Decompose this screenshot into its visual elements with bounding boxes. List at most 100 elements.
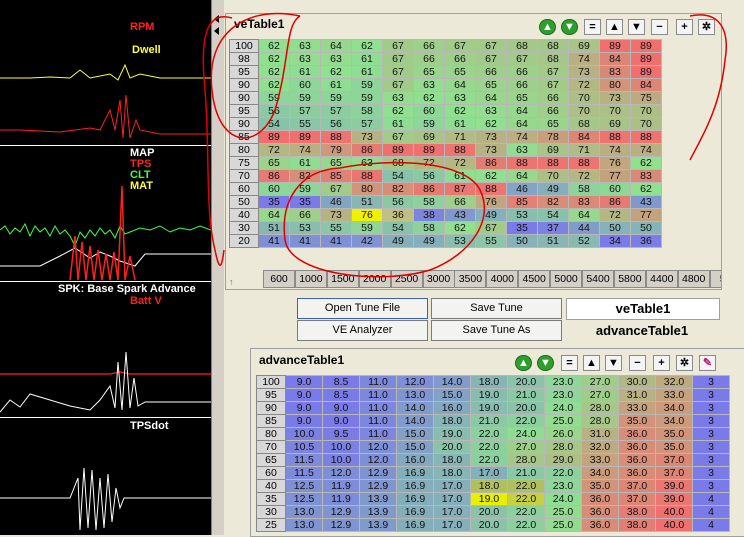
ve-cell[interactable]: 69 (413, 130, 445, 144)
advance-cell[interactable]: 34.0 (655, 401, 693, 415)
advance-cell[interactable]: 22.0 (507, 492, 545, 506)
ve-cell[interactable]: 62 (258, 78, 290, 92)
ve-cell[interactable]: 80 (351, 182, 383, 196)
ve-cell[interactable]: 66 (537, 104, 569, 118)
ve-cell[interactable]: 53 (506, 208, 538, 222)
ve-cell[interactable]: 64 (506, 117, 538, 131)
ve-cell[interactable]: 88 (320, 130, 352, 144)
advance-cell[interactable]: 4 (692, 492, 730, 506)
ve-cell[interactable]: 70 (630, 104, 662, 118)
advance-cell[interactable]: 29.0 (544, 453, 582, 467)
advance-cell[interactable]: 22.0 (507, 479, 545, 493)
ve-cell[interactable]: 61 (320, 78, 352, 92)
collapse-right-icon[interactable] (214, 27, 219, 35)
advance-cell[interactable]: 3 (692, 440, 730, 454)
advance-cell[interactable]: 37.0 (618, 492, 656, 506)
advance-cell[interactable]: 35.0 (655, 440, 693, 454)
ve-cell[interactable]: 68 (382, 156, 414, 170)
ve-cell[interactable]: 65 (537, 117, 569, 131)
ve-cell[interactable]: 62 (630, 182, 662, 196)
ve-cell[interactable]: 46 (320, 195, 352, 209)
advance-cell[interactable]: 16.9 (396, 505, 434, 519)
ve-cell[interactable]: 63 (506, 143, 538, 157)
ve-cell[interactable]: 61 (351, 52, 383, 66)
advance-cell[interactable]: 18.0 (433, 453, 471, 467)
advance-cell[interactable]: 40.0 (655, 518, 693, 532)
advance-cell[interactable]: 9.0 (285, 401, 323, 415)
ve-cell[interactable]: 67 (320, 182, 352, 196)
decrease-icon[interactable]: ▼ (537, 355, 554, 371)
ve-cell[interactable]: 59 (258, 91, 290, 105)
advance-cell[interactable]: 12.9 (359, 466, 397, 480)
plus-icon[interactable]: + (653, 355, 670, 371)
ve-cell[interactable]: 89 (382, 143, 414, 157)
advance-cell[interactable]: 30.0 (618, 375, 656, 389)
ve-cell[interactable]: 50 (506, 234, 538, 248)
advance-cell[interactable]: 23.0 (544, 375, 582, 389)
save-tune-as-button[interactable]: Save Tune As (431, 320, 562, 341)
ve-cell[interactable]: 58 (351, 104, 383, 118)
ve-cell[interactable]: 67 (475, 221, 507, 235)
ve-cell[interactable]: 88 (351, 169, 383, 183)
ve-cell[interactable]: 52 (568, 234, 600, 248)
advance-cell[interactable]: 22.0 (470, 453, 508, 467)
ve-cell[interactable]: 58 (413, 221, 445, 235)
increase-icon[interactable]: ▲ (515, 355, 532, 371)
ve-cell[interactable]: 86 (475, 156, 507, 170)
ve-cell[interactable]: 86 (413, 182, 445, 196)
advance-cell[interactable]: 12.0 (322, 466, 360, 480)
advance-cell[interactable]: 19.0 (470, 492, 508, 506)
advance-cell[interactable]: 31.0 (618, 388, 656, 402)
ve-cell[interactable]: 54 (382, 221, 414, 235)
advance-cell[interactable]: 27.0 (507, 440, 545, 454)
advance-cell[interactable]: 10.0 (322, 440, 360, 454)
ve-cell[interactable]: 62 (413, 91, 445, 105)
ve-cell[interactable]: 67 (382, 130, 414, 144)
ve-cell[interactable]: 59 (351, 221, 383, 235)
advance-cell[interactable]: 9.5 (322, 427, 360, 441)
ve-cell[interactable]: 78 (537, 130, 569, 144)
advance-cell[interactable]: 39.0 (655, 492, 693, 506)
ve-cell[interactable]: 65 (320, 156, 352, 170)
ve-cell[interactable]: 64 (475, 91, 507, 105)
ve-cell[interactable]: 70 (599, 104, 631, 118)
advance-cell[interactable]: 37.0 (618, 479, 656, 493)
advance-cell[interactable]: 28.0 (507, 453, 545, 467)
ve-cell[interactable]: 56 (382, 195, 414, 209)
ve-cell[interactable]: 71 (444, 130, 476, 144)
ve-cell[interactable]: 62 (258, 52, 290, 66)
ve-cell[interactable]: 89 (289, 130, 321, 144)
ve-cell[interactable]: 88 (506, 156, 538, 170)
minus-icon[interactable]: − (651, 19, 668, 35)
ve-cell[interactable]: 76 (475, 195, 507, 209)
ve-cell[interactable]: 43 (444, 208, 476, 222)
ve-cell[interactable]: 61 (289, 65, 321, 79)
decrease-icon[interactable]: ▼ (561, 19, 578, 35)
advance-cell[interactable]: 22.0 (507, 414, 545, 428)
advance-cell[interactable]: 11.0 (359, 375, 397, 389)
advance-cell[interactable]: 13.0 (396, 388, 434, 402)
ve-cell[interactable]: 60 (258, 182, 290, 196)
table-name-advance[interactable]: advanceTable1 (566, 321, 718, 341)
ve-cell[interactable]: 72 (599, 208, 631, 222)
ve-cell[interactable]: 65 (444, 65, 476, 79)
ve-cell[interactable]: 59 (320, 91, 352, 105)
ve-cell[interactable]: 59 (289, 91, 321, 105)
ve-cell[interactable]: 56 (413, 169, 445, 183)
advance-cell[interactable]: 24.0 (544, 492, 582, 506)
ve-cell[interactable]: 61 (444, 117, 476, 131)
ve-cell[interactable]: 85 (320, 169, 352, 183)
advance-cell[interactable]: 28.0 (581, 401, 619, 415)
ve-cell[interactable]: 55 (320, 221, 352, 235)
ve-cell[interactable]: 65 (258, 156, 290, 170)
collapse-left-icon[interactable] (214, 15, 219, 23)
ve-cell[interactable]: 43 (630, 195, 662, 209)
ve-cell[interactable]: 61 (444, 169, 476, 183)
ve-cell[interactable]: 88 (568, 156, 600, 170)
ve-cell[interactable]: 37 (537, 221, 569, 235)
advance-cell[interactable]: 33.0 (655, 388, 693, 402)
ve-cell[interactable]: 63 (475, 104, 507, 118)
ve-cell[interactable]: 70 (568, 104, 600, 118)
ve-cell[interactable]: 49 (413, 234, 445, 248)
advance-cell[interactable]: 3 (692, 375, 730, 389)
